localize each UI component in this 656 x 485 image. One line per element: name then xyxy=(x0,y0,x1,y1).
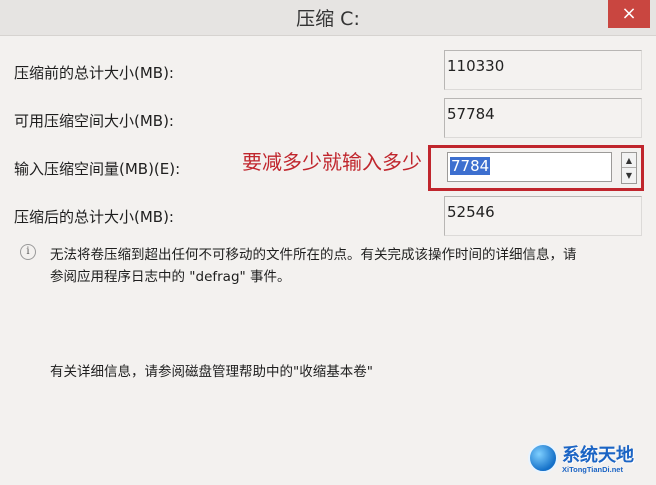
total-before-value: 110330 xyxy=(444,50,642,90)
spin-down-button[interactable]: ▼ xyxy=(622,168,636,183)
dialog-title: 压缩 C: xyxy=(296,8,360,30)
total-before-label: 压缩前的总计大小(MB): xyxy=(14,64,174,82)
dialog-content: 压缩前的总计大小(MB): 110330 可用压缩空间大小(MB): 57784… xyxy=(0,36,656,485)
info-line-2: 参阅应用程序日志中的 "defrag" 事件。 xyxy=(50,269,291,285)
spin-up-button[interactable]: ▲ xyxy=(622,153,636,168)
shrink-dialog: 压缩 C: × 压缩前的总计大小(MB): 110330 可用压缩空间大小(MB… xyxy=(0,0,656,485)
site-watermark: 系统天地 XiTongTianDi.net xyxy=(528,441,652,481)
title-bar: 压缩 C: × xyxy=(0,0,656,36)
globe-icon xyxy=(528,443,558,473)
annotation-text: 要减多少就输入多少 xyxy=(242,150,422,174)
info-icon: i xyxy=(20,244,36,260)
available-value: 57784 xyxy=(444,98,642,138)
shrink-amount-highlight: 7784 ▲ ▼ xyxy=(428,145,644,191)
shrink-amount-input[interactable]: 7784 xyxy=(447,152,612,182)
total-after-label: 压缩后的总计大小(MB): xyxy=(14,208,174,226)
shrink-amount-label: 输入压缩空间量(MB)(E): xyxy=(14,160,181,178)
info-line-1: 无法将卷压缩到超出任何不可移动的文件所在的点。有关完成该操作时间的详细信息，请 xyxy=(50,247,577,263)
shrink-amount-spinner[interactable]: ▲ ▼ xyxy=(621,152,637,184)
info-message: 无法将卷压缩到超出任何不可移动的文件所在的点。有关完成该操作时间的详细信息，请 … xyxy=(50,244,646,288)
help-text: 有关详细信息，请参阅磁盘管理帮助中的"收缩基本卷" xyxy=(50,364,373,380)
watermark-subtitle: XiTongTianDi.net xyxy=(562,465,623,474)
shrink-amount-selected-text: 7784 xyxy=(450,157,491,175)
watermark-title: 系统天地 xyxy=(562,445,634,466)
available-label: 可用压缩空间大小(MB): xyxy=(14,112,174,130)
total-after-value: 52546 xyxy=(444,196,642,236)
close-button[interactable]: × xyxy=(608,0,650,28)
